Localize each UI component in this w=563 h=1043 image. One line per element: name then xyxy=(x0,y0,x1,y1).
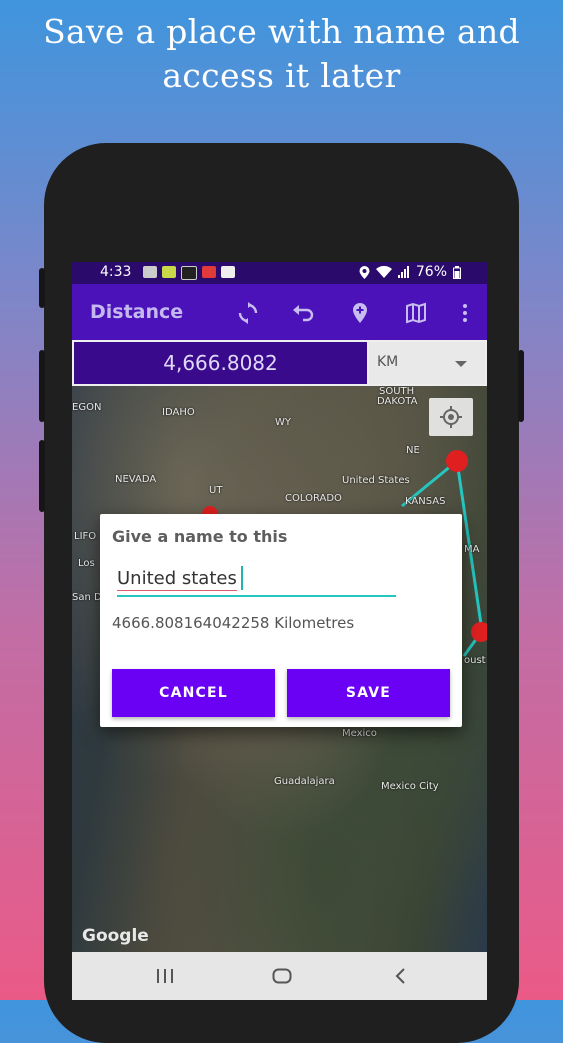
distance-value: 4,666.8082 xyxy=(74,342,367,384)
image-icon xyxy=(221,266,235,278)
location-icon xyxy=(359,265,370,279)
map-label: IDAHO xyxy=(162,407,195,418)
phone-side-button xyxy=(39,440,45,512)
crosshair-icon xyxy=(440,406,462,428)
unit-selected: KM xyxy=(377,354,399,370)
phone-side-button xyxy=(39,268,45,308)
map-label: oust xyxy=(464,655,486,666)
map-label: NE xyxy=(406,445,420,456)
map-label: EGON xyxy=(72,402,102,413)
promo-headline: Save a place with name and access it lat… xyxy=(0,10,563,98)
status-time: 4:33 xyxy=(100,264,132,280)
status-bar: 4:33 76% xyxy=(72,262,487,284)
map-label: LIFO xyxy=(74,531,97,542)
dialog-title: Give a name to this xyxy=(112,527,288,546)
map-label: MA xyxy=(464,544,480,555)
route-marker xyxy=(446,450,468,472)
phone-side-button xyxy=(39,350,45,422)
status-right: 76% xyxy=(359,264,461,280)
recent-apps-icon[interactable] xyxy=(156,969,174,983)
wifi-icon xyxy=(375,266,392,278)
map-label: Guadalajara xyxy=(274,776,335,787)
map-label: DAKOTA xyxy=(377,396,418,407)
place-name-input[interactable]: United states xyxy=(117,566,396,597)
my-location-button[interactable] xyxy=(429,398,473,436)
map-label: KANSAS xyxy=(405,496,446,507)
notification-app-icon xyxy=(162,266,176,278)
save-place-dialog: Give a name to this United states 4666.8… xyxy=(100,514,462,727)
map-label: NEVADA xyxy=(115,474,157,485)
map-label: San D xyxy=(72,592,102,603)
save-button[interactable]: SAVE xyxy=(287,669,450,717)
battery-icon xyxy=(453,265,461,279)
map-icon[interactable] xyxy=(404,301,428,325)
phone-side-button xyxy=(518,350,524,422)
notification-app-icon xyxy=(181,266,197,280)
map-label: UT xyxy=(209,485,223,496)
notification-app-icon xyxy=(202,266,216,278)
app-title: Distance xyxy=(90,301,184,323)
promo-headline-line1: Save a place with name and xyxy=(43,12,520,51)
unit-dropdown[interactable]: KM xyxy=(369,342,485,384)
back-icon[interactable] xyxy=(394,968,406,984)
dialog-distance-text: 4666.808164042258 Kilometres xyxy=(112,614,355,632)
map-label: Mexico City xyxy=(381,781,439,792)
map-label: WY xyxy=(275,417,291,428)
map-label: United States xyxy=(342,475,410,486)
map-label: Mexico xyxy=(342,728,377,739)
map-label: COLORADO xyxy=(285,493,342,504)
notification-app-icon xyxy=(143,266,157,278)
map-label: Los xyxy=(78,558,95,569)
refresh-icon[interactable] xyxy=(236,301,260,325)
undo-icon[interactable] xyxy=(291,301,315,325)
add-location-icon[interactable] xyxy=(348,301,372,325)
notification-icons xyxy=(143,266,235,280)
more-options-icon[interactable] xyxy=(453,301,477,325)
home-icon[interactable] xyxy=(272,968,292,984)
place-name-value: United states xyxy=(117,568,237,591)
route-marker xyxy=(471,622,487,642)
text-caret xyxy=(241,566,243,590)
distance-row: 4,666.8082 KM xyxy=(72,340,487,386)
system-nav-bar xyxy=(72,952,487,1000)
cancel-button[interactable]: CANCEL xyxy=(112,669,275,717)
promo-headline-line2: access it later xyxy=(162,56,401,95)
app-bar: Distance xyxy=(72,284,487,340)
battery-percent: 76% xyxy=(415,264,447,280)
chevron-down-icon xyxy=(455,361,467,367)
google-attribution: Google xyxy=(82,926,149,946)
signal-icon xyxy=(397,266,409,278)
